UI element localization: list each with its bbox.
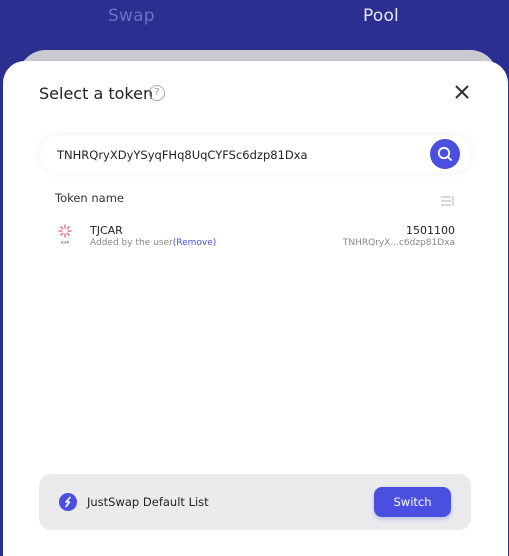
modal-title: Select a token bbox=[39, 84, 154, 103]
svg-text:JCAR: JCAR bbox=[60, 241, 70, 245]
tab-pool[interactable]: Pool bbox=[363, 6, 399, 26]
token-logo-icon: JCAR bbox=[56, 223, 74, 245]
token-list-item[interactable]: JCAR TJCAR Added by the user(Remove) 150… bbox=[40, 219, 471, 257]
tab-swap[interactable]: Swap bbox=[108, 6, 155, 26]
help-icon[interactable]: ? bbox=[149, 85, 165, 101]
sort-icon[interactable] bbox=[440, 192, 456, 206]
token-name: TJCAR bbox=[90, 224, 123, 237]
search-button[interactable] bbox=[430, 139, 460, 169]
token-list-name: JustSwap Default List bbox=[87, 495, 209, 509]
token-address: TNHRQryX...c6dzp81Dxa bbox=[342, 238, 455, 248]
added-by-user-text: Added by the user bbox=[90, 238, 173, 248]
token-list-footer: JustSwap Default List Switch bbox=[39, 474, 471, 530]
search-box bbox=[40, 135, 471, 173]
justswap-logo-icon bbox=[59, 493, 77, 511]
token-added-note: Added by the user(Remove) bbox=[90, 238, 216, 248]
token-balance: 1501100 bbox=[406, 224, 455, 237]
switch-button[interactable]: Switch bbox=[374, 487, 451, 517]
close-icon[interactable] bbox=[455, 84, 469, 99]
search-icon bbox=[437, 146, 452, 161]
list-header-token-name: Token name bbox=[55, 191, 124, 205]
search-input[interactable] bbox=[55, 143, 419, 167]
remove-link[interactable]: (Remove) bbox=[173, 238, 217, 248]
select-token-modal: Select a token ? Token name bbox=[3, 61, 508, 556]
